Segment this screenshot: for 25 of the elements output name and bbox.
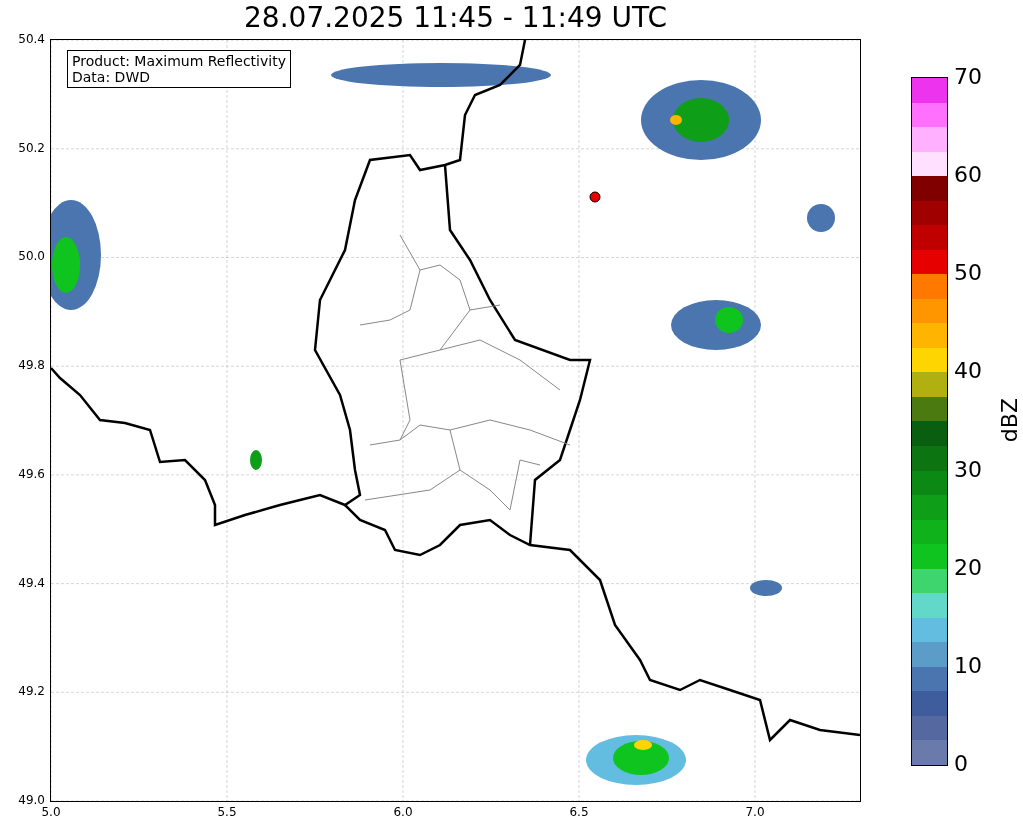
plot-title: 28.07.2025 11:45 - 11:49 UTC <box>244 2 667 34</box>
colorbar-tick-label: 40 <box>954 358 982 385</box>
x-tick-label: 6.0 <box>392 805 414 819</box>
y-tick-label: 49.0 <box>18 792 45 807</box>
x-tick-label: 6.5 <box>568 805 590 819</box>
y-tick-label: 50.2 <box>18 140 45 155</box>
y-tick-label: 49.4 <box>18 575 45 590</box>
y-tick-label: 50.0 <box>18 249 45 264</box>
info-text: Data: DWD <box>72 69 151 85</box>
x-tick-label: 7.0 <box>744 805 766 819</box>
colorbar-tick-label: 20 <box>954 554 982 581</box>
y-tick-label: 50.4 <box>18 32 45 46</box>
colorbar-tick-label: 60 <box>954 162 982 189</box>
colorbar-tick-label: 10 <box>954 652 982 679</box>
x-tick-label: 5.5 <box>216 805 238 819</box>
colorbar-tick-label: 0 <box>954 751 968 777</box>
colorbar-tick-label: 30 <box>954 456 982 483</box>
y-tick-label: 49.6 <box>18 466 45 481</box>
colorbar-label: dBZ <box>998 398 1022 443</box>
colorbar-tick-label: 50 <box>954 260 982 287</box>
colorbar-tick-label: 70 <box>954 64 982 90</box>
info-text: Product: Maximum Reflectivity <box>72 53 286 69</box>
x-tick-label: 5.0 <box>40 805 62 819</box>
y-tick-label: 49.2 <box>18 684 45 699</box>
y-tick-label: 49.8 <box>18 358 45 373</box>
